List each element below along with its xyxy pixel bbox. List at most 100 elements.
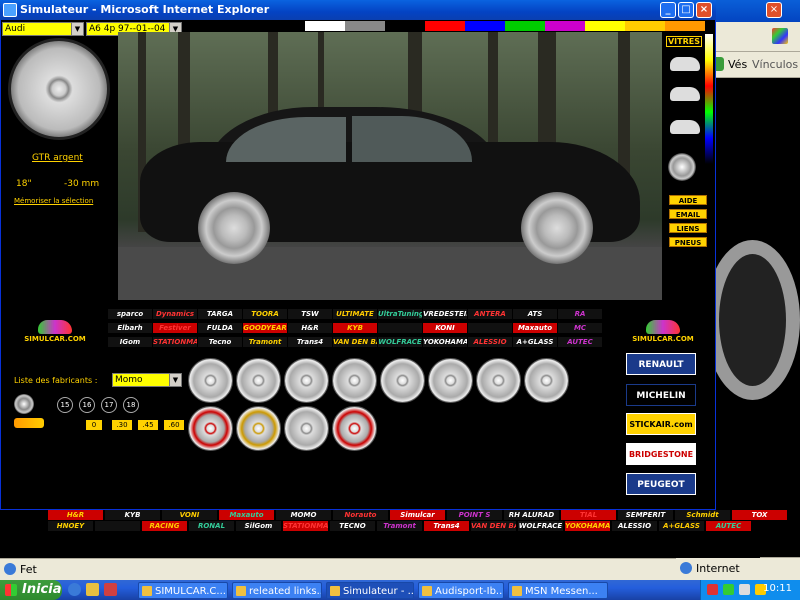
color-swatch-5[interactable] xyxy=(505,21,545,31)
bottom-sponsor-logo[interactable] xyxy=(95,521,140,531)
color-swatch-3[interactable] xyxy=(425,21,465,31)
sponsor-logo[interactable]: WOLFRACE xyxy=(378,337,422,347)
rim-thumbnail[interactable] xyxy=(236,358,281,403)
sponsor-logo[interactable]: Tecno xyxy=(198,337,242,347)
rim-thumbnail[interactable] xyxy=(332,358,377,403)
sponsor-logo[interactable]: Elbarh xyxy=(108,323,152,333)
rim-icon[interactable] xyxy=(668,153,696,181)
sponsor-logo[interactable]: Festiver xyxy=(153,323,197,333)
window-titlebar[interactable]: Simulateur - Microsoft Internet Explorer… xyxy=(0,0,716,20)
go-button[interactable]: Vés xyxy=(728,58,747,71)
bottom-sponsor-logo[interactable]: TOX xyxy=(732,510,787,520)
size-16-button[interactable]: 16 xyxy=(79,397,95,413)
taskbar-task[interactable]: Audisport-Ib... xyxy=(418,582,504,599)
car-type-3-icon[interactable] xyxy=(670,120,700,134)
links-label[interactable]: Vínculos xyxy=(752,58,798,71)
bottom-sponsor-logo[interactable]: VONI xyxy=(162,510,217,520)
sponsor-logo[interactable]: TSW xyxy=(288,309,332,319)
help-button[interactable]: AIDE xyxy=(669,195,707,205)
sponsor-logo[interactable]: FULDA xyxy=(198,323,242,333)
tray-network-icon[interactable] xyxy=(723,584,734,595)
bottom-sponsor-logo[interactable]: Simulcar xyxy=(390,510,445,520)
offset-button[interactable]: .30 xyxy=(112,420,132,430)
bottom-sponsor-logo[interactable]: YOKOHAMA xyxy=(565,521,610,531)
windows-tint-label[interactable]: VITRES xyxy=(666,36,702,47)
size-15-button[interactable]: 15 xyxy=(57,397,73,413)
memorize-selection-link[interactable]: Mémoriser la sélection xyxy=(14,197,93,205)
rim-thumbnail[interactable] xyxy=(476,358,521,403)
simulcar-logo-right[interactable]: SIMULCAR.COM xyxy=(628,320,698,343)
paint-brush-icon[interactable] xyxy=(14,418,44,428)
links-button[interactable]: LIENS xyxy=(669,223,707,233)
close-icon[interactable]: × xyxy=(696,2,712,18)
bottom-sponsor-logo[interactable]: WOLFRACE xyxy=(518,521,563,531)
offset-button[interactable]: 0 xyxy=(86,420,102,430)
sponsor-logo[interactable]: ANTERA xyxy=(468,309,512,319)
rim-thumbnail[interactable] xyxy=(236,406,281,451)
minimize-icon[interactable]: _ xyxy=(660,2,676,18)
bottom-sponsor-logo[interactable]: KYB xyxy=(105,510,160,520)
sponsor-logo[interactable]: TARGA xyxy=(198,309,242,319)
sponsor-logo[interactable]: AUTEC xyxy=(558,337,602,347)
sponsor-logo[interactable]: sparco xyxy=(108,309,152,319)
rim-thumbnail[interactable] xyxy=(284,358,329,403)
car-type-2-icon[interactable] xyxy=(670,87,700,101)
car-type-1-icon[interactable] xyxy=(670,57,700,71)
color-swatch-0[interactable] xyxy=(305,21,345,31)
taskbar-task[interactable]: MSN Messen... xyxy=(508,582,608,599)
sponsor-logo[interactable]: ALESSIO xyxy=(468,337,512,347)
rim-view-icon[interactable] xyxy=(14,394,34,414)
bottom-sponsor-logo[interactable]: Schmidt xyxy=(675,510,730,520)
sponsor-logo[interactable]: Dynamics xyxy=(153,309,197,319)
sponsor-logo[interactable]: VAN DEN BAN xyxy=(333,337,377,347)
manufacturer-select[interactable]: Momo ▼ xyxy=(112,373,182,387)
bottom-sponsor-logo[interactable]: Tramont xyxy=(377,521,422,531)
sponsor-logo[interactable] xyxy=(468,323,512,333)
size-18-button[interactable]: 18 xyxy=(123,397,139,413)
tray-app-icon[interactable] xyxy=(707,584,718,595)
sponsor-logo[interactable]: RA xyxy=(558,309,602,319)
bottom-sponsor-logo[interactable]: A+GLASS xyxy=(659,521,704,531)
sponsor-logo[interactable]: YOKOHAMA xyxy=(423,337,467,347)
bottom-sponsor-logo[interactable]: MOMO xyxy=(276,510,331,520)
sponsor-logo[interactable]: TOORA xyxy=(243,309,287,319)
rim-thumbnail[interactable] xyxy=(380,358,425,403)
tray-volume-icon[interactable] xyxy=(739,584,750,595)
bottom-sponsor-logo[interactable]: VAN DEN BAN xyxy=(471,521,516,531)
bottom-sponsor-logo[interactable]: HNOEY xyxy=(48,521,93,531)
sponsor-logo[interactable]: KONI xyxy=(423,323,467,333)
bottom-sponsor-logo[interactable]: RACING xyxy=(142,521,187,531)
sponsor-logo[interactable]: VREDESTEIN xyxy=(423,309,467,319)
bottom-sponsor-logo[interactable]: TIAL xyxy=(561,510,616,520)
bottom-sponsor-logo[interactable]: SilGom xyxy=(236,521,281,531)
offset-button[interactable]: .45 xyxy=(138,420,158,430)
bottom-sponsor-logo[interactable]: POINT S xyxy=(447,510,502,520)
bottom-sponsor-logo[interactable]: Trans4 xyxy=(424,521,469,531)
ie-quicklaunch-icon[interactable] xyxy=(68,583,81,596)
bottom-sponsor-logo[interactable]: H&R xyxy=(48,510,103,520)
rim-thumbnail[interactable] xyxy=(332,406,377,451)
sponsor-logo[interactable]: UltraTuning xyxy=(378,309,422,319)
sponsor-logo[interactable]: STATIONMARCHE xyxy=(153,337,197,347)
rim-thumbnail[interactable] xyxy=(284,406,329,451)
simulcar-logo-left[interactable]: SIMULCAR.COM xyxy=(20,320,90,343)
color-swatch-bar[interactable] xyxy=(305,21,705,31)
color-swatch-4[interactable] xyxy=(465,21,505,31)
color-swatch-1[interactable] xyxy=(345,21,385,31)
bottom-sponsor-logo[interactable]: ALESSIO xyxy=(612,521,657,531)
sponsor-logo[interactable]: IGom xyxy=(108,337,152,347)
sponsor-logo[interactable]: Trans4 xyxy=(288,337,332,347)
michelin-logo[interactable]: MICHELIN xyxy=(626,384,696,406)
stickair-logo[interactable]: STICKAIR.com xyxy=(626,413,696,435)
sponsor-logo[interactable]: GOODYEAR xyxy=(243,323,287,333)
bottom-sponsor-logo[interactable]: STATIONMARCHE xyxy=(283,521,328,531)
make-select[interactable]: Audi ▼ xyxy=(2,22,84,36)
bottom-sponsor-logo[interactable]: Norauto xyxy=(333,510,388,520)
bottom-sponsor-logo[interactable]: Maxauto xyxy=(219,510,274,520)
color-swatch-2[interactable] xyxy=(385,21,425,31)
email-button[interactable]: EMAIL xyxy=(669,209,707,219)
peugeot-logo[interactable]: PEUGEOT xyxy=(626,473,696,495)
sponsor-logo[interactable] xyxy=(378,323,422,333)
bottom-sponsor-logo[interactable]: SEMPERIT xyxy=(618,510,673,520)
background-close-icon[interactable]: × xyxy=(766,2,782,18)
